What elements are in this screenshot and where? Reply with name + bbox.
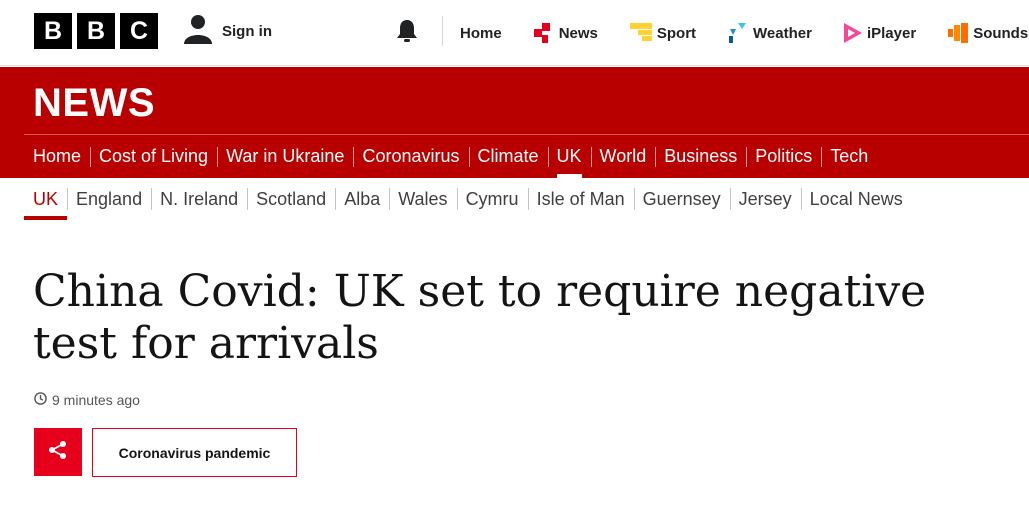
section-coronavirus[interactable]: Coronavirus	[353, 135, 468, 178]
section-business[interactable]: Business	[655, 135, 746, 178]
article-timestamp: 9 minutes ago	[34, 392, 140, 408]
sign-in-link[interactable]: Sign in	[184, 14, 272, 48]
timestamp-text: 9 minutes ago	[52, 392, 140, 408]
section-home[interactable]: Home	[24, 135, 90, 178]
user-icon	[184, 14, 212, 48]
weather-icon	[728, 23, 748, 43]
top-nav-weather[interactable]: Weather	[728, 23, 812, 43]
subnav-guernsey[interactable]: Guernsey	[633, 178, 730, 220]
subnav-england[interactable]: England	[67, 178, 151, 220]
subnav-n-ireland[interactable]: N. Ireland	[151, 178, 247, 220]
top-nav-label: News	[558, 24, 598, 42]
subnav-cymru[interactable]: Cymru	[456, 178, 528, 220]
logo-letter: B	[34, 13, 72, 49]
iplayer-icon	[843, 23, 862, 43]
share-icon	[48, 440, 68, 465]
section-tech[interactable]: Tech	[821, 135, 877, 178]
top-nav-label: Home	[460, 24, 502, 42]
subnav-jersey[interactable]: Jersey	[729, 178, 801, 220]
subnav-local-news[interactable]: Local News	[800, 178, 912, 220]
notifications-bell-icon[interactable]	[396, 19, 418, 48]
news-icon	[533, 23, 554, 43]
clock-icon	[34, 392, 47, 408]
sounds-icon	[948, 23, 969, 43]
top-bar-divider	[442, 16, 443, 46]
logo-letter: C	[120, 13, 158, 49]
section-war-in-ukraine[interactable]: War in Ukraine	[217, 135, 353, 178]
logo-letter: B	[77, 13, 115, 49]
article-headline: China Covid: UK set to require negative …	[33, 266, 927, 369]
top-nav-label: Sounds	[973, 24, 1029, 42]
top-nav-sounds[interactable]: Sounds	[948, 23, 1028, 43]
sign-in-label: Sign in	[222, 22, 272, 40]
top-nav-label: iPlayer	[866, 24, 917, 42]
top-nav-label: Weather	[753, 24, 812, 42]
top-nav: Home News Sport Weather iPlayer Sounds	[460, 0, 1029, 66]
section-cost-of-living[interactable]: Cost of Living	[90, 135, 217, 178]
section-climate[interactable]: Climate	[468, 135, 548, 178]
subnav-alba[interactable]: Alba	[335, 178, 389, 220]
section-uk[interactable]: UK	[547, 135, 591, 178]
top-nav-sport[interactable]: Sport	[629, 23, 697, 43]
subnav-scotland[interactable]: Scotland	[247, 178, 335, 220]
section-nav: Home Cost of Living War in Ukraine Coron…	[24, 135, 877, 178]
news-banner: NEWS Home Cost of Living War in Ukraine …	[0, 67, 1029, 178]
subnav-wales[interactable]: Wales	[389, 178, 456, 220]
top-nav-news[interactable]: News	[533, 23, 598, 43]
sport-icon	[629, 23, 652, 43]
section-politics[interactable]: Politics	[746, 135, 821, 178]
top-nav-iplayer[interactable]: iPlayer	[843, 23, 917, 43]
bbc-logo[interactable]: B B C	[34, 13, 158, 49]
subnav-isle-of-man[interactable]: Isle of Man	[527, 178, 634, 220]
share-button[interactable]	[34, 428, 82, 476]
top-nav-home[interactable]: Home	[460, 25, 502, 42]
topic-tag-button[interactable]: Coronavirus pandemic	[92, 428, 297, 477]
subnav-uk[interactable]: UK	[24, 178, 68, 220]
news-logo[interactable]: NEWS	[33, 81, 155, 126]
top-nav-label: Sport	[656, 24, 697, 42]
section-world[interactable]: World	[590, 135, 656, 178]
sub-nav: UK England N. Ireland Scotland Alba Wale…	[24, 178, 912, 220]
top-bar: B B C Sign in Home News Sport Weather iP…	[0, 0, 1029, 66]
